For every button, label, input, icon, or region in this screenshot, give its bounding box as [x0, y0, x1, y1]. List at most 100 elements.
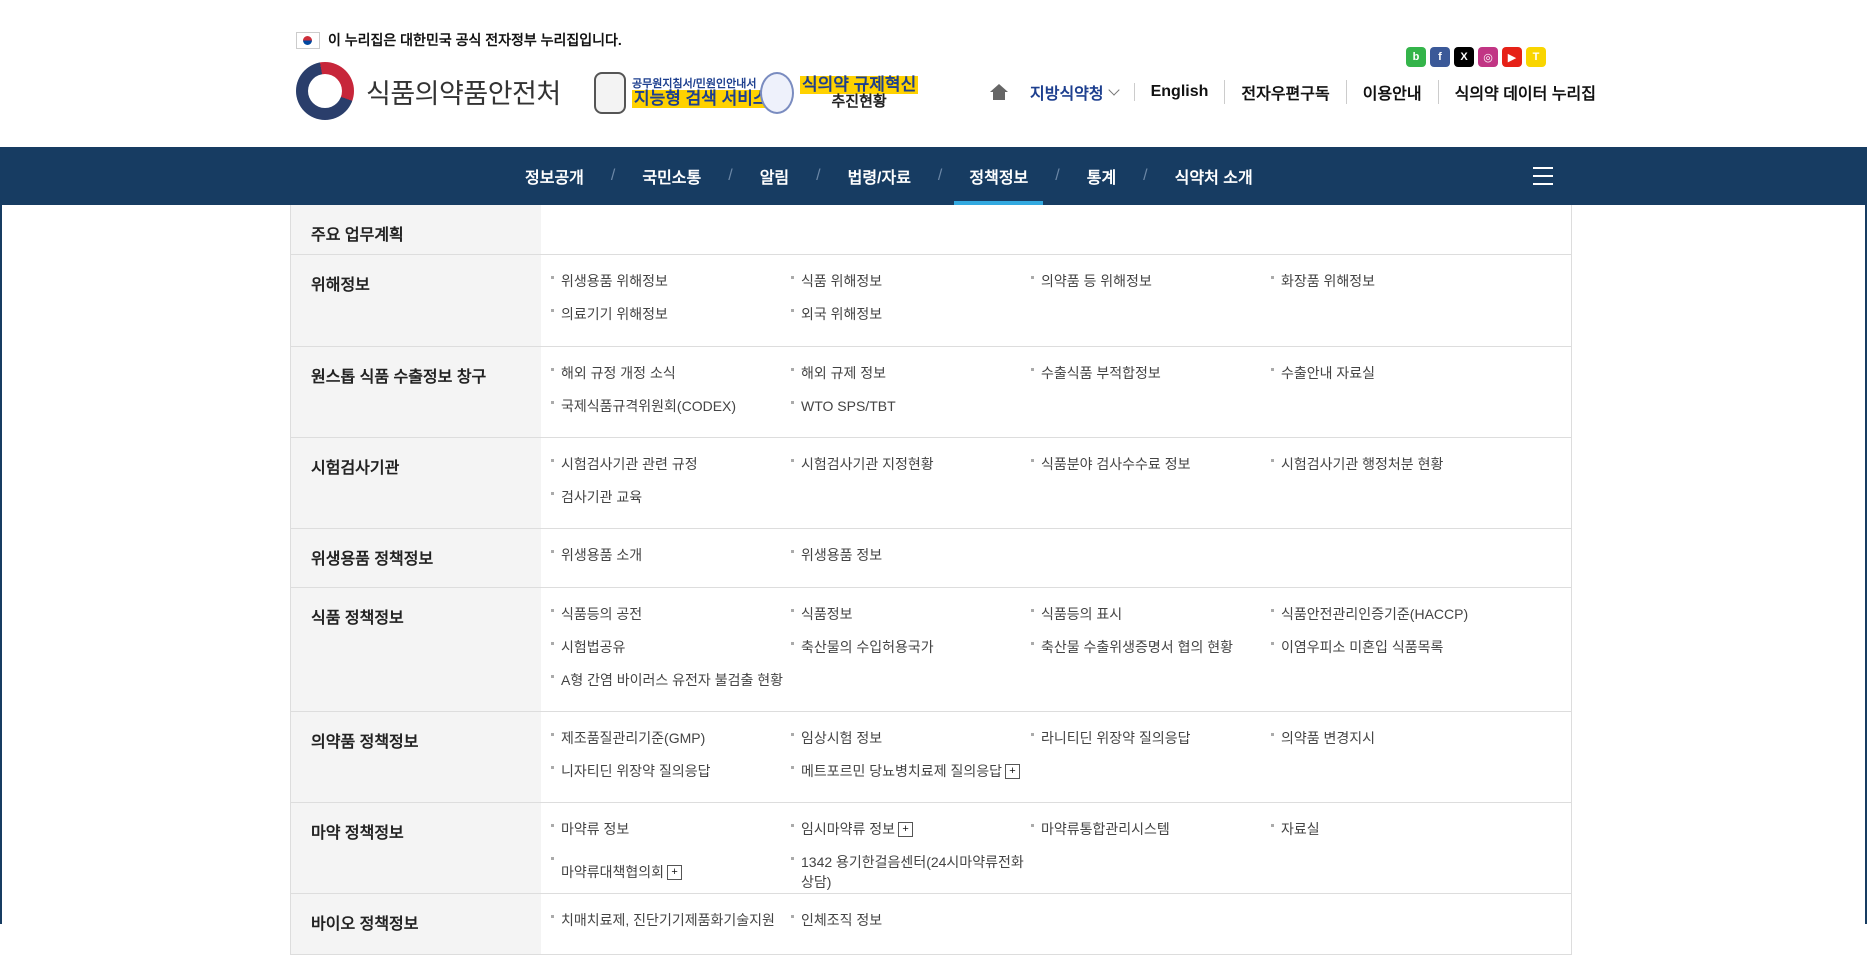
expand-plus-icon[interactable]: + — [1004, 763, 1020, 779]
submenu-link[interactable]: 시험검사기관 지정현황 — [791, 454, 1031, 474]
submenu-link[interactable]: 인체조직 정보 — [791, 910, 1031, 930]
submenu-link[interactable]: 라니티딘 위장약 질의응답 — [1031, 728, 1271, 748]
submenu-link[interactable]: 수출안내 자료실 — [1271, 363, 1511, 383]
submenu-links: 위생용품 소개 위생용품 정보 — [541, 529, 1571, 587]
global-nav-items: 정보공개 / 국민소통 / 알림 / 법령/자료 / 정책정보 / 통계 / 식약처 소개 — [510, 147, 1268, 205]
submenu-link[interactable]: 검사기관 교육 — [551, 487, 791, 507]
home-icon[interactable] — [990, 84, 1008, 100]
submenu-link[interactable]: 시험검사기관 관련 규정 — [551, 454, 791, 474]
youtube-icon[interactable]: ▶ — [1502, 47, 1522, 67]
submenu-link[interactable]: 식품정보 — [791, 604, 1031, 624]
submenu-row-title[interactable]: 마약 정책정보 — [291, 803, 541, 893]
submenu-link-label: 식품안전관리인증기준(HACCP) — [1281, 606, 1469, 622]
util-data-portal[interactable]: 식의약 데이터 누리집 — [1437, 80, 1612, 104]
submenu-row-title[interactable]: 위생용품 정책정보 — [291, 529, 541, 587]
submenu-link[interactable]: 화장품 위해정보 — [1271, 271, 1511, 291]
submenu-link[interactable]: 위생용품 위해정보 — [551, 271, 791, 291]
util-english[interactable]: English — [1133, 83, 1225, 101]
gov-banner: 이 누리집은 대한민국 공식 전자정부 누리집입니다. — [296, 30, 622, 50]
submenu-link[interactable]: 마약류 정보 — [551, 819, 791, 839]
submenu-link[interactable]: 치매치료제, 진단기기제품화기술지원 — [551, 910, 791, 930]
submenu-link[interactable]: 의약품 등 위해정보 — [1031, 271, 1271, 291]
expand-plus-icon[interactable]: + — [898, 821, 914, 837]
gnb-item-3[interactable]: 법령/자료 — [833, 147, 926, 205]
gov-banner-text: 이 누리집은 대한민국 공식 전자정부 누리집입니다. — [328, 32, 622, 48]
submenu-link-label: 화장품 위해정보 — [1281, 273, 1376, 289]
submenu-row-title[interactable]: 원스톱 식품 수출정보 창구 — [291, 347, 541, 437]
submenu-link-label: 시험검사기관 행정처분 현황 — [1281, 456, 1444, 472]
submenu-link[interactable]: 시험법공유 — [551, 637, 791, 657]
seal-icon — [760, 72, 794, 114]
gnb-item-5[interactable]: 통계 — [1072, 147, 1131, 205]
gnb-item-0[interactable]: 정보공개 — [510, 147, 599, 205]
submenu-row-title[interactable]: 의약품 정책정보 — [291, 712, 541, 802]
submenu-link[interactable]: 의약품 변경지시 — [1271, 728, 1511, 748]
submenu-link-label: 식품분야 검사수수료 정보 — [1041, 456, 1191, 472]
submenu-link-label: 마약류 정보 — [561, 821, 630, 837]
submenu-link[interactable]: 해외 규제 정보 — [791, 363, 1031, 383]
submenu-link-label: A형 간염 바이러스 유전자 불검출 현황 — [561, 672, 783, 688]
hamburger-menu-icon[interactable] — [1533, 167, 1553, 185]
instagram-icon[interactable]: ◎ — [1478, 47, 1498, 67]
submenu-link[interactable]: 자료실 — [1271, 819, 1511, 839]
submenu-row-title[interactable]: 식품 정책정보 — [291, 588, 541, 711]
submenu-link-label: 니자티딘 위장약 질의응답 — [561, 763, 711, 779]
submenu-link[interactable]: 1342 용기한걸음센터(24시마약류전화상담) — [791, 852, 1031, 892]
submenu-link[interactable]: 메트포르민 당뇨병치료제 질의응답 + — [791, 761, 1031, 781]
submenu-row: 위생용품 정책정보 위생용품 소개 위생용품 정보 — [291, 529, 1571, 588]
submenu-link[interactable]: A형 간염 바이러스 유전자 불검출 현황 — [551, 670, 791, 690]
submenu-link[interactable]: 위생용품 소개 — [551, 545, 791, 565]
gnb-item-2[interactable]: 알림 — [745, 147, 804, 205]
nav-separator: / — [1143, 167, 1148, 184]
kakaotalk-icon[interactable]: T — [1526, 47, 1546, 67]
reform-banner-line1: 식의약 규제혁신 — [800, 75, 919, 95]
submenu-link[interactable]: WTO SPS/TBT — [791, 396, 1031, 416]
submenu-link[interactable]: 시험검사기관 행정처분 현황 — [1271, 454, 1511, 474]
x-icon[interactable]: X — [1454, 47, 1474, 67]
submenu-link[interactable]: 식품안전관리인증기준(HACCP) — [1271, 604, 1511, 624]
util-guide[interactable]: 이용안내 — [1345, 80, 1438, 104]
submenu-link-label: 시험법공유 — [561, 639, 626, 655]
submenu-link-label: 자료실 — [1281, 821, 1320, 837]
facebook-icon[interactable]: f — [1430, 47, 1450, 67]
submenu-link-label: 의약품 등 위해정보 — [1041, 273, 1152, 289]
submenu-link[interactable]: 임시마약류 정보 + — [791, 819, 1031, 839]
submenu-row-title[interactable]: 위해정보 — [291, 255, 541, 346]
gnb-item-1[interactable]: 국민소통 — [627, 147, 716, 205]
blog-icon[interactable]: b — [1406, 47, 1426, 67]
submenu-link[interactable]: 마약류대책협의회 + — [551, 852, 791, 892]
expand-plus-icon[interactable]: + — [667, 864, 683, 880]
submenu-link[interactable]: 식품분야 검사수수료 정보 — [1031, 454, 1271, 474]
util-regional-office[interactable]: 지방식약청 — [1030, 80, 1134, 104]
submenu-link[interactable]: 마약류통합관리시스템 — [1031, 819, 1271, 839]
submenu-row-title[interactable]: 시험검사기관 — [291, 438, 541, 528]
site-logo[interactable]: 식품의약품안전처 — [296, 62, 561, 120]
submenu-link[interactable]: 이염우피소 미혼입 식품목록 — [1271, 637, 1511, 657]
submenu-link[interactable]: 식품등의 표시 — [1031, 604, 1271, 624]
submenu-link[interactable]: 임상시험 정보 — [791, 728, 1031, 748]
submenu-link[interactable]: 국제식품규격위원회(CODEX) — [551, 396, 791, 416]
submenu-row: 식품 정책정보 식품등의 공전 식품정보 식품등의 표시 식품안전관리인증기준(HACC… — [291, 588, 1571, 712]
submenu-link[interactable]: 니자티딘 위장약 질의응답 — [551, 761, 791, 781]
submenu-link[interactable]: 해외 규정 개정 소식 — [551, 363, 791, 383]
submenu-link[interactable]: 제조품질관리기준(GMP) — [551, 728, 791, 748]
gnb-item-6[interactable]: 식약처 소개 — [1160, 147, 1268, 205]
submenu-row-title[interactable]: 주요 업무계획 — [291, 205, 541, 254]
submenu-link-label: 외국 위해정보 — [801, 306, 883, 322]
gnb-item-4[interactable]: 정책정보 — [954, 147, 1044, 205]
submenu-link[interactable]: 의료기기 위해정보 — [551, 304, 791, 324]
ai-search-banner[interactable]: 공무원지침서/민원인안내서 지능형 검색 서비스 — [594, 72, 771, 114]
reform-banner-line2: 추진현황 — [831, 93, 887, 111]
nav-separator: / — [937, 167, 943, 184]
submenu-row-title[interactable]: 바이오 정책정보 — [291, 894, 541, 954]
submenu-link[interactable]: 위생용품 정보 — [791, 545, 1031, 565]
submenu-link[interactable]: 수출식품 부적합정보 — [1031, 363, 1271, 383]
submenu-link[interactable]: 축산물의 수입허용국가 — [791, 637, 1031, 657]
submenu-link[interactable]: 축산물 수출위생증명서 협의 현황 — [1031, 637, 1271, 657]
submenu-link-label: 인체조직 정보 — [801, 912, 883, 928]
regulation-reform-banner[interactable]: 식의약 규제혁신 추진현황 — [760, 72, 919, 114]
submenu-link[interactable]: 외국 위해정보 — [791, 304, 1031, 324]
submenu-link[interactable]: 식품 위해정보 — [791, 271, 1031, 291]
util-email-subscribe[interactable]: 전자우편구독 — [1224, 80, 1345, 104]
submenu-link[interactable]: 식품등의 공전 — [551, 604, 791, 624]
